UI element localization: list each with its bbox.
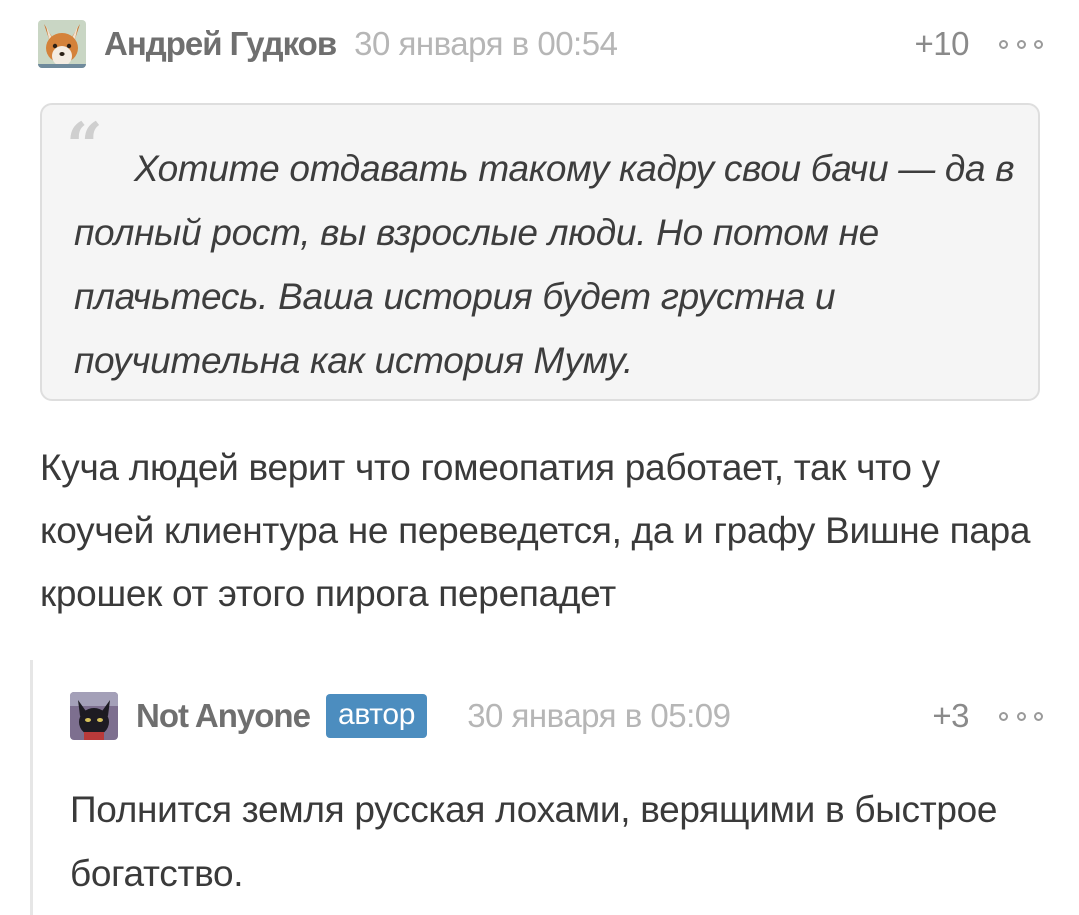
comment-header: Андрей Гудков 30 января в 00:54 +10	[38, 18, 1043, 70]
dot-icon	[1034, 711, 1043, 721]
author-name[interactable]: Not Anyone	[136, 697, 311, 735]
dot-icon	[1016, 711, 1026, 721]
dot-icon	[1034, 39, 1043, 49]
dot-icon	[999, 39, 1008, 49]
black-cat-avatar-icon	[70, 692, 118, 740]
reply-header: Not Anyone автор 30 января в 05:09 +3	[70, 688, 1043, 744]
avatar[interactable]	[70, 692, 118, 740]
more-options-icon[interactable]	[999, 706, 1043, 726]
comment-date[interactable]: 30 января в 05:09	[467, 697, 731, 735]
author-badge: автор	[325, 694, 428, 738]
comment-text: Куча людей верит что гомеопатия работает…	[40, 447, 1031, 614]
author-name[interactable]: Андрей Гудков	[104, 25, 337, 63]
dot-icon	[1016, 39, 1026, 49]
comment-rating[interactable]: +10	[915, 25, 970, 63]
avatar[interactable]	[38, 20, 86, 68]
fox-avatar-icon	[38, 20, 86, 68]
comment-date[interactable]: 30 января в 00:54	[354, 25, 618, 63]
dot-icon	[999, 711, 1008, 721]
more-options-icon[interactable]	[999, 34, 1043, 54]
comment: Андрей Гудков 30 января в 00:54 +10 “ Хо…	[0, 0, 1079, 640]
reply-text: Полнится земля русская лохами, верящими …	[70, 789, 998, 894]
comment-rating[interactable]: +3	[932, 697, 969, 735]
quote-text: Хотите отдавать такому кадру свои бачи —…	[74, 148, 1015, 381]
reply-thread-line[interactable]	[30, 660, 33, 915]
quote-block: “ Хотите отдавать такому кадру свои бачи…	[40, 103, 1040, 401]
